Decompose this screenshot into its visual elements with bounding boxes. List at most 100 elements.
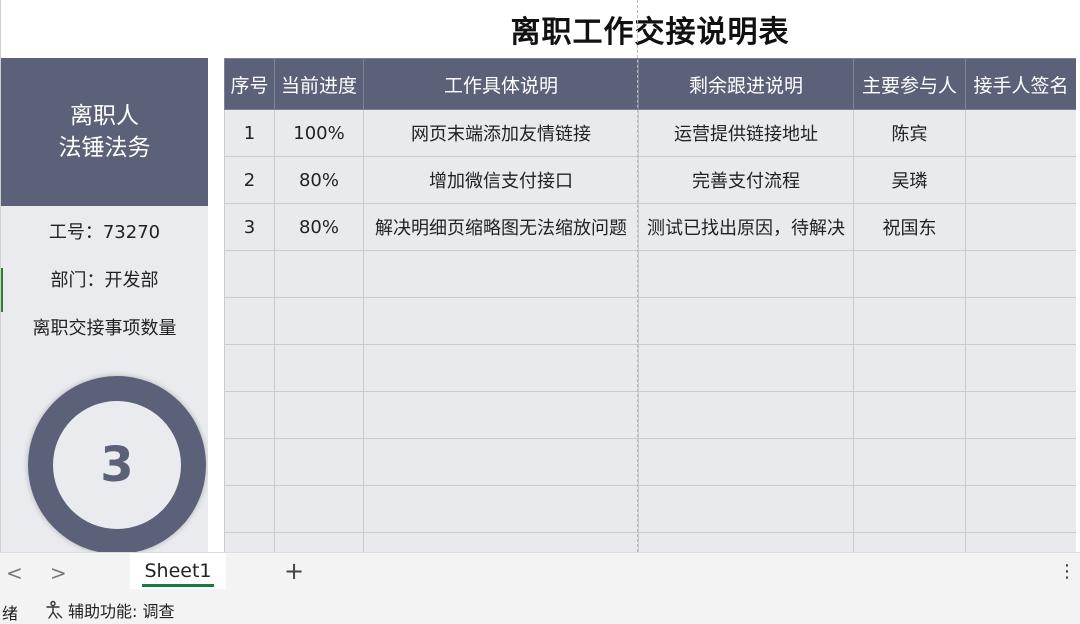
cell-index[interactable] <box>224 485 275 533</box>
cell-participants[interactable]: 吴璘 <box>853 156 966 204</box>
cell-successor-signature[interactable] <box>965 156 1076 204</box>
cell-index[interactable] <box>224 532 275 552</box>
header-index[interactable]: 序号 <box>224 58 275 110</box>
cell-index[interactable]: 1 <box>224 109 275 157</box>
table-row <box>224 297 1076 345</box>
cell-participants[interactable] <box>853 485 966 533</box>
cell-successor-signature[interactable] <box>965 532 1076 552</box>
cell-index[interactable]: 3 <box>224 203 275 251</box>
handover-table-region: 序号 当前进度 工作具体说明 剩余跟进说明 主要参与人 接手人签名 1 100% 网… <box>224 58 1076 552</box>
page-break-line <box>637 0 638 552</box>
cell-progress[interactable]: 80% <box>274 203 364 251</box>
handover-count-ring-chart[interactable]: 3 <box>28 376 206 552</box>
cell-participants[interactable]: 陈宾 <box>853 109 966 157</box>
department-cell[interactable]: 部门：开发部 <box>1 266 208 292</box>
cell-task-description[interactable] <box>363 485 639 533</box>
cell-progress[interactable] <box>274 532 364 552</box>
cell-participants[interactable] <box>853 532 966 552</box>
cell-followup-notes[interactable] <box>638 438 854 486</box>
header-followup-notes[interactable]: 剩余跟进说明 <box>638 58 854 110</box>
cell-participants[interactable] <box>853 391 966 439</box>
cell-participants[interactable] <box>853 438 966 486</box>
cell-task-description[interactable]: 解决明细页缩略图无法缩放问题 <box>363 203 639 251</box>
cell-progress[interactable]: 100% <box>274 109 364 157</box>
profile-heading-cell[interactable]: 离职人 法锤法务 <box>1 58 208 206</box>
sheet-title[interactable]: 离职工作交接说明表 <box>0 0 1080 58</box>
cell-participants[interactable] <box>853 250 966 298</box>
cell-progress[interactable] <box>274 250 364 298</box>
cell-index[interactable] <box>224 297 275 345</box>
cell-task-description[interactable]: 网页末端添加友情链接 <box>363 109 639 157</box>
profile-panel: 离职人 法锤法务 工号：73270 部门：开发部 离职交接事项数量 3 <box>1 58 208 552</box>
cell-task-description[interactable] <box>363 344 639 392</box>
cell-progress[interactable] <box>274 438 364 486</box>
cell-task-description[interactable] <box>363 391 639 439</box>
cell-successor-signature[interactable] <box>965 109 1076 157</box>
cell-successor-signature[interactable] <box>965 250 1076 298</box>
accessibility-check-button[interactable]: 辅助功能: 调查 <box>44 598 174 622</box>
cell-progress[interactable] <box>274 344 364 392</box>
cell-task-description[interactable] <box>363 297 639 345</box>
cell-followup-notes[interactable] <box>638 532 854 552</box>
table-row: 1 100% 网页末端添加友情链接 运营提供链接地址 陈宾 <box>224 109 1076 157</box>
cell-successor-signature[interactable] <box>965 438 1076 486</box>
cell-progress[interactable]: 80% <box>274 156 364 204</box>
profile-heading-line1: 离职人 <box>70 103 139 129</box>
cell-followup-notes[interactable]: 测试已找出原因，待解决 <box>638 203 854 251</box>
cell-followup-notes[interactable] <box>638 391 854 439</box>
employee-id-cell[interactable]: 工号：73270 <box>1 218 208 244</box>
cell-progress[interactable] <box>274 391 364 439</box>
cell-followup-notes[interactable] <box>638 344 854 392</box>
header-progress[interactable]: 当前进度 <box>274 58 364 110</box>
cell-index[interactable] <box>224 250 275 298</box>
cell-index[interactable] <box>224 391 275 439</box>
accessibility-icon <box>46 600 63 619</box>
cell-successor-signature[interactable] <box>965 203 1076 251</box>
more-options-icon[interactable]: ⋮ <box>1058 561 1076 582</box>
prev-sheet-button[interactable]: < <box>6 561 23 585</box>
cell-progress[interactable] <box>274 297 364 345</box>
header-task-description[interactable]: 工作具体说明 <box>363 58 639 110</box>
cell-followup-notes[interactable] <box>638 485 854 533</box>
table-row <box>224 532 1076 552</box>
cell-index[interactable] <box>224 438 275 486</box>
cell-index[interactable]: 2 <box>224 156 275 204</box>
status-ready-text: 绪 <box>2 604 19 623</box>
sheet-tab-bar: < > Sheet1 + ⋮ <box>0 552 1080 593</box>
table-row <box>224 344 1076 392</box>
cell-successor-signature[interactable] <box>965 485 1076 533</box>
header-participants[interactable]: 主要参与人 <box>853 58 966 110</box>
cell-successor-signature[interactable] <box>965 391 1076 439</box>
handover-count-label[interactable]: 离职交接事项数量 <box>1 314 208 340</box>
table-body: 1 100% 网页末端添加友情链接 运营提供链接地址 陈宾 2 80% 增加微信支付接口 完善支… <box>224 109 1076 552</box>
cell-task-description[interactable] <box>363 532 639 552</box>
table-row <box>224 485 1076 533</box>
cell-task-description[interactable] <box>363 250 639 298</box>
header-successor-signature[interactable]: 接手人签名 <box>965 58 1076 110</box>
cell-participants[interactable] <box>853 344 966 392</box>
cell-task-description[interactable]: 增加微信支付接口 <box>363 156 639 204</box>
cell-successor-signature[interactable] <box>965 297 1076 345</box>
cell-participants[interactable] <box>853 297 966 345</box>
table-header-row: 序号 当前进度 工作具体说明 剩余跟进说明 主要参与人 接手人签名 <box>224 58 1076 110</box>
cell-successor-signature[interactable] <box>965 344 1076 392</box>
handover-count-value: 3 <box>53 401 181 529</box>
cell-followup-notes[interactable] <box>638 250 854 298</box>
table-row: 2 80% 增加微信支付接口 完善支付流程 吴璘 <box>224 156 1076 204</box>
next-sheet-button[interactable]: > <box>50 561 67 585</box>
cell-progress[interactable] <box>274 485 364 533</box>
table-row <box>224 391 1076 439</box>
sheet-title-text: 离职工作交接说明表 <box>510 15 790 50</box>
table-row <box>224 250 1076 298</box>
cell-index[interactable] <box>224 344 275 392</box>
cell-participants[interactable]: 祝国东 <box>853 203 966 251</box>
cell-followup-notes[interactable]: 运营提供链接地址 <box>638 109 854 157</box>
table-row: 3 80% 解决明细页缩略图无法缩放问题 测试已找出原因，待解决 祝国东 <box>224 203 1076 251</box>
add-sheet-button[interactable]: + <box>284 557 304 585</box>
cell-task-description[interactable] <box>363 438 639 486</box>
profile-heading-name: 法锤法务 <box>58 135 151 161</box>
sheet-tab-sheet1[interactable]: Sheet1 <box>130 553 226 589</box>
cell-followup-notes[interactable]: 完善支付流程 <box>638 156 854 204</box>
cell-followup-notes[interactable] <box>638 297 854 345</box>
handover-table: 序号 当前进度 工作具体说明 剩余跟进说明 主要参与人 接手人签名 1 100% 网… <box>224 58 1076 552</box>
